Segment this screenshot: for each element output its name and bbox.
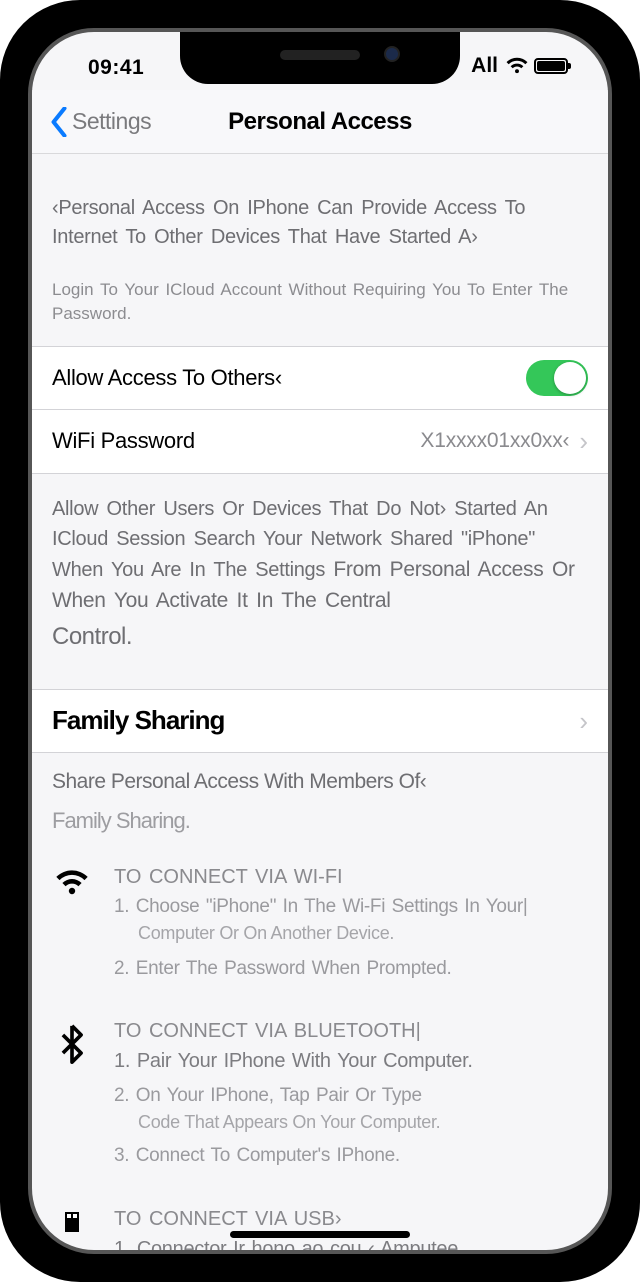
wifi-password-value: X1xxxx01xx0xx‹ (420, 429, 569, 453)
description-text: ‹Personal Access On IPhone Can Provide A… (32, 154, 608, 276)
wifi-icon (506, 57, 528, 75)
instruction-step: 2. On Your IPhone, Tap Pair Or Type (114, 1082, 473, 1110)
description-subtext: Login To Your ICloud Account Without Req… (32, 276, 608, 346)
family-sharing-label: Family Sharing (52, 705, 224, 736)
instruction-step: 1. Pair Your IPhone With Your Computer. (114, 1047, 473, 1076)
battery-icon (534, 58, 568, 74)
wifi-icon (52, 866, 92, 982)
family-sharing-subdescription: Family Sharing. (32, 808, 608, 858)
back-label: Settings (72, 108, 151, 135)
bluetooth-instructions-title: TO CONNECT VIA BLUETOOTH| (114, 1020, 473, 1043)
front-camera (384, 46, 400, 62)
instruction-step: 1. Choose "iPhone" In The Wi-Fi Settings… (114, 893, 528, 921)
allow-access-label: Allow Access To Others‹ (52, 365, 282, 391)
status-time: 09:41 (88, 56, 144, 80)
chevron-left-icon (50, 107, 68, 137)
instruction-substep: Code That Appears On Your Computer. (114, 1110, 473, 1134)
wifi-password-label: WiFi Password (52, 428, 195, 454)
instruction-substep: Computer Or On Another Device. (114, 921, 528, 945)
status-carrier: All (471, 54, 498, 78)
instruction-step: 2. Enter The Password When Prompted. (114, 955, 528, 983)
volume-up-button (10, 294, 18, 384)
bluetooth-instructions: TO CONNECT VIA BLUETOOTH| 1. Pair Your I… (32, 1012, 608, 1175)
family-sharing-row[interactable]: Family Sharing › (32, 689, 608, 753)
nav-header: Settings Personal Access (32, 90, 608, 154)
usb-icon (52, 1208, 92, 1250)
back-button[interactable]: Settings (32, 107, 151, 137)
power-button (622, 314, 630, 444)
usb-instructions: TO CONNECT VIA USB› 1. Connector Ir hono… (32, 1200, 608, 1250)
screen: 09:41 All Settings Personal Access ‹Pers… (32, 32, 608, 1250)
wifi-instructions-title: TO CONNECT VIA WI-FI (114, 866, 528, 889)
chevron-right-icon: › (579, 428, 588, 454)
wifi-password-row[interactable]: WiFi Password X1xxxx01xx0xx‹ › (32, 410, 608, 474)
usb-instructions-title: TO CONNECT VIA USB› (114, 1208, 463, 1231)
volume-down-button (10, 404, 18, 494)
bluetooth-icon (52, 1020, 92, 1169)
home-indicator[interactable] (230, 1231, 410, 1238)
side-button (10, 194, 18, 254)
speaker (280, 50, 360, 60)
phone-frame: 09:41 All Settings Personal Access ‹Pers… (0, 0, 640, 1282)
instruction-step: 3. Connect To Computer's IPhone. (114, 1142, 473, 1170)
notch (180, 32, 460, 84)
wifi-instructions: TO CONNECT VIA WI-FI 1. Choose "iPhone" … (32, 858, 608, 988)
family-sharing-description: Share Personal Access With Members Of‹ (32, 753, 608, 808)
allow-others-description: Allow Other Users Or Devices That Do Not… (32, 474, 608, 689)
chevron-right-icon: › (579, 708, 588, 734)
allow-access-toggle[interactable] (526, 360, 588, 396)
screen-bezel: 09:41 All Settings Personal Access ‹Pers… (28, 28, 612, 1254)
allow-access-row[interactable]: Allow Access To Others‹ (32, 346, 608, 410)
